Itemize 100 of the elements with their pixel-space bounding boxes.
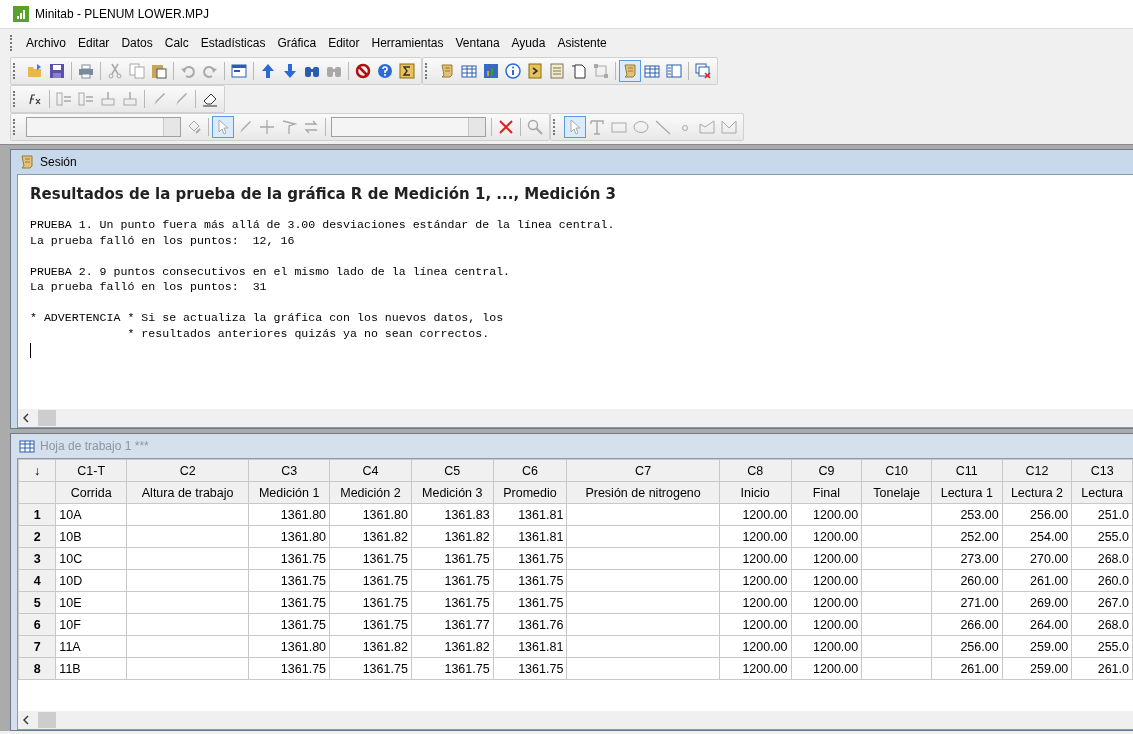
row-number[interactable]: 1 (18, 503, 56, 526)
output-line: PRUEBA 2. 9 puntos consecutivos en el mismo lado de la línea central. (30, 263, 512, 279)
column-id[interactable]: C11 (931, 459, 1003, 482)
table-cell: 259.00 (1002, 635, 1072, 658)
table-cell: 1361.80 (248, 635, 330, 658)
menu-item[interactable]: Editar (73, 34, 115, 52)
table-cell: 252.00 (931, 525, 1003, 548)
row-number[interactable]: 3 (18, 547, 56, 570)
redo-icon (202, 63, 218, 79)
column-id[interactable]: C12 (1002, 459, 1072, 482)
table-cell: 256.00 (1002, 503, 1072, 526)
table-cell: 1361.82 (411, 635, 494, 658)
table-cell: 1200.00 (719, 569, 792, 592)
column-id[interactable]: C9 (791, 459, 862, 482)
printer-icon (78, 63, 94, 79)
table-cell: 1200.00 (791, 591, 862, 614)
table-cell: 1361.83 (411, 503, 494, 526)
scrollbar-thumb[interactable] (38, 410, 56, 426)
scroll-icon (439, 63, 455, 79)
menu-item[interactable]: Datos (116, 34, 158, 52)
text-cursor (30, 342, 31, 358)
grid-icon (19, 438, 35, 454)
table-cell: 1200.00 (719, 635, 792, 658)
table-cell: 1361.76 (493, 613, 567, 636)
table-cell: 1200.00 (791, 657, 862, 680)
table-cell: 268.0 (1071, 547, 1133, 570)
table-cell: 1361.75 (411, 591, 494, 614)
table-cell: 1361.75 (329, 591, 412, 614)
new-document-icon (571, 63, 587, 79)
grid-icon (461, 63, 477, 79)
table-cell: 1361.82 (329, 635, 412, 658)
table-cell: 1361.80 (329, 503, 412, 526)
table-cell: 256.00 (931, 635, 1003, 658)
table-cell: 1361.81 (493, 525, 567, 548)
table-cell: 1361.75 (411, 657, 494, 680)
row-number[interactable]: 4 (18, 569, 56, 592)
table-cell: 1361.81 (493, 503, 567, 526)
column-id[interactable]: C1-T (55, 459, 127, 482)
sigma-icon (399, 63, 415, 79)
pen-icon (173, 91, 189, 107)
column-id[interactable]: C5 (411, 459, 494, 482)
menu-item[interactable]: Archivo (21, 34, 71, 52)
table-cell: 1361.75 (248, 657, 330, 680)
column-id[interactable]: C6 (493, 459, 567, 482)
close-windows-icon (695, 63, 711, 79)
table-cell: 1200.00 (791, 503, 862, 526)
output-line: * resultados anteriores quizás ya no sean correctos. (126, 325, 491, 341)
menu-item[interactable]: Ventana (450, 34, 505, 52)
polyline-icon (699, 119, 715, 135)
clipboard-icon (151, 63, 167, 79)
row-number[interactable]: 6 (18, 613, 56, 636)
row-number[interactable]: 5 (18, 591, 56, 614)
menu-item[interactable]: Editor (323, 34, 365, 52)
menu-item[interactable]: Calc (159, 34, 194, 52)
menu-item[interactable]: Ayuda (506, 34, 551, 52)
table-cell: 1361.75 (329, 569, 412, 592)
output-line: PRUEBA 1. Un punto fuera más allá de 3.00 desviaciones estándar de la línea central. (30, 217, 616, 233)
window-icon (231, 63, 247, 79)
bar-chart-icon (483, 63, 499, 79)
ellipse-icon (633, 119, 649, 135)
table-cell: 251.0 (1071, 503, 1133, 526)
help-icon (377, 63, 393, 79)
toolbar-button[interactable] (396, 60, 418, 82)
polygon-icon (721, 119, 737, 135)
row-number[interactable]: 2 (18, 525, 56, 548)
table-cell: 261.00 (1002, 569, 1072, 592)
scroll-icon (622, 63, 638, 79)
column-id[interactable]: C8 (719, 459, 792, 482)
text-tool-icon (589, 119, 605, 135)
scissors-icon (107, 63, 123, 79)
menu-item[interactable]: Asistente (552, 34, 612, 52)
table-cell: 1200.00 (791, 635, 862, 658)
column-id[interactable]: C13 (1071, 459, 1133, 482)
info-icon (505, 63, 521, 79)
window-title: Minitab - PLENUM LOWER.MPJ (35, 7, 210, 21)
column-id[interactable]: C7 (566, 459, 720, 482)
column-id[interactable]: C10 (861, 459, 932, 482)
panel-icon (666, 63, 682, 79)
menu-item[interactable]: Herramientas (366, 34, 449, 52)
menu-item[interactable]: Estadísticas (195, 34, 271, 52)
table-cell: 273.00 (931, 547, 1003, 570)
scrollbar-thumb[interactable] (38, 712, 56, 728)
copy-icon (129, 63, 145, 79)
column-id[interactable]: C3 (248, 459, 330, 482)
column-id[interactable]: C2 (126, 459, 249, 482)
row-number[interactable]: 7 (18, 635, 56, 658)
output-line: La prueba falló en los puntos: 31 (30, 279, 268, 295)
table-cell: 1361.75 (493, 569, 567, 592)
grid-icon (644, 63, 660, 79)
row-number[interactable]: 8 (18, 657, 56, 680)
table-cell: 1200.00 (719, 547, 792, 570)
table-cell: 1361.75 (329, 613, 412, 636)
table-cell: 266.00 (931, 613, 1003, 636)
output-line: * ADVERTENCIA * Si se actualiza la gráfica con los nuevos datos, los (30, 310, 505, 326)
menu-item[interactable]: Gráfica (272, 34, 322, 52)
column-id[interactable]: C4 (329, 459, 412, 482)
table-cell: 1361.81 (493, 635, 567, 658)
rows-icon (78, 91, 94, 107)
column-name[interactable]: Presión de nitrogeno (566, 481, 720, 504)
app-logo-icon (13, 6, 29, 22)
